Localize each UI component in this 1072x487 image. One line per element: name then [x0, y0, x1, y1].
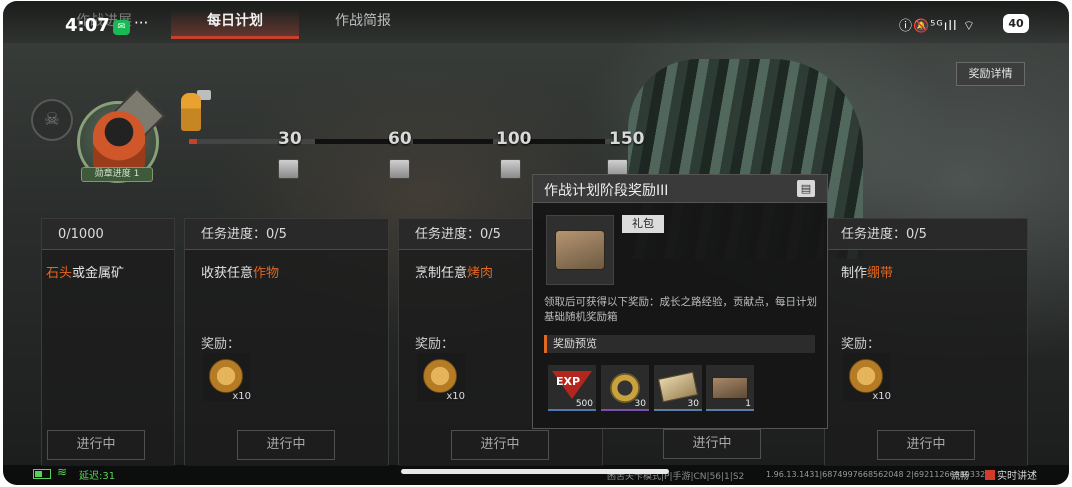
progress-fill	[189, 139, 197, 144]
task-title: 烹制任意烤肉	[415, 262, 493, 281]
in-progress-button[interactable]: 进行中	[663, 429, 761, 459]
reward-qty: 30	[634, 399, 646, 409]
task-title-highlight: 烤肉	[467, 266, 494, 281]
reward-preview-item[interactable]: 30	[601, 365, 649, 411]
in-progress-button[interactable]: 进行中	[47, 430, 145, 460]
task-title-suffix: 或金属矿	[72, 266, 125, 281]
milestone-value: 100	[496, 129, 532, 149]
game-screen: 作战进展 每日计划 作战简报 4:07 ✉ ··· ⓘ🔕⁵ᴳıll ⌔ 40 奖…	[3, 1, 1069, 485]
task-progress: 任务进度：0/5	[825, 219, 1027, 250]
reward-slot[interactable]: x10	[417, 353, 465, 402]
popup-title: 作战计划阶段奖励III	[544, 183, 669, 199]
brand-label: 实时讲述	[985, 467, 1037, 482]
coin-icon	[209, 359, 243, 393]
reward-label: 奖励：	[415, 337, 455, 352]
reward-preview-item[interactable]: 30	[654, 365, 702, 411]
medal-progress-label: 勋章进度 1	[81, 167, 153, 182]
reward-detail-button[interactable]: 奖励详情	[956, 62, 1025, 86]
crate-icon	[712, 377, 748, 399]
quality-label[interactable]: 流畅	[951, 469, 969, 482]
tab-battle-brief[interactable]: 作战简报	[313, 9, 413, 39]
milestone-value: 60	[388, 129, 412, 149]
reward-qty: x10	[232, 391, 251, 402]
progress-segment	[413, 139, 493, 144]
brand-text: 实时讲述	[997, 471, 1037, 482]
task-title: 制作绷带	[841, 262, 893, 281]
tab-daily-plan[interactable]: 每日计划	[171, 9, 299, 39]
gift-pack-slot	[546, 215, 614, 285]
milestone-chest-icon[interactable]	[389, 159, 410, 179]
popup-description: 领取后可获得以下奖励：成长之路经验，贡献点，每日计划基础随机奖励箱	[544, 296, 817, 323]
reward-preview-item[interactable]: EXP 500	[548, 365, 596, 411]
task-title-prefix: 制作	[841, 266, 868, 281]
reward-qty: x10	[872, 391, 891, 402]
reward-qty: x10	[446, 391, 465, 402]
hazmat-marker-icon	[181, 93, 201, 131]
hazmat-figure-icon	[93, 111, 145, 171]
battery-small-icon	[33, 469, 51, 479]
ticket-icon	[657, 371, 699, 403]
task-progress: 0/1000	[42, 219, 174, 250]
progress-segment	[523, 139, 605, 144]
reward-qty: 500	[575, 399, 593, 409]
reward-slot[interactable]: x10	[203, 353, 251, 402]
task-card[interactable]: 任务进度：0/5 制作绷带 奖励： x10 进行中	[824, 218, 1028, 466]
task-card[interactable]: 任务进度：0/5 收获任意作物 奖励： x10 进行中	[184, 218, 389, 466]
milestone-chest-icon[interactable]	[500, 159, 521, 179]
home-indicator[interactable]	[401, 469, 669, 474]
exp-label: EXP	[556, 375, 581, 388]
task-progress: 任务进度：0/5	[185, 219, 388, 250]
task-title: 石头或金属矿	[46, 262, 124, 281]
status-dots: ···	[134, 14, 149, 32]
reward-slot[interactable]: x10	[843, 353, 891, 402]
milestone-chest-icon[interactable]	[278, 159, 299, 179]
milestone-value: 30	[278, 129, 302, 149]
skull-emblem-icon[interactable]: ☠	[31, 99, 73, 141]
latency-text: 延迟:31	[79, 471, 116, 482]
gift-crate-icon	[555, 230, 605, 270]
stage-reward-popup: 作战计划阶段奖励III ▤ 礼包 领取后可获得以下奖励：成长之路经验，贡献点，每…	[532, 174, 828, 429]
reward-preview-header: 奖励预览	[544, 335, 815, 353]
gift-pack-tag: 礼包	[622, 215, 664, 233]
task-title-highlight: 石头	[46, 266, 73, 281]
reward-label: 奖励：	[841, 337, 881, 352]
task-title-highlight: 绷带	[867, 266, 894, 281]
reward-qty: 1	[745, 399, 751, 409]
progress-segment	[315, 139, 391, 144]
reward-qty: 30	[687, 399, 699, 409]
in-progress-button[interactable]: 进行中	[237, 430, 335, 460]
status-icons: ⓘ🔕⁵ᴳıll ⌔	[899, 19, 976, 34]
task-title-highlight: 作物	[253, 266, 280, 281]
note-icon[interactable]: ▤	[797, 180, 815, 197]
task-card[interactable]: 0/1000 石头或金属矿 进行中	[41, 218, 175, 466]
wechat-icon: ✉	[113, 20, 130, 35]
in-progress-button[interactable]: 进行中	[877, 430, 975, 460]
coin-icon	[849, 359, 883, 393]
battery-icon: 40	[1003, 14, 1029, 33]
wifi-icon: ≋	[57, 465, 68, 479]
reward-preview-item[interactable]: 1	[706, 365, 754, 411]
milestone-value: 150	[609, 129, 645, 149]
reward-label: 奖励：	[201, 337, 241, 352]
task-title-prefix: 收获任意	[201, 266, 254, 281]
task-title-prefix: 烹制任意	[415, 266, 468, 281]
status-time: 4:07	[65, 15, 110, 36]
brand-logo-icon	[985, 470, 995, 480]
task-title: 收获任意作物	[201, 262, 279, 281]
coin-icon	[423, 359, 457, 393]
in-progress-button[interactable]: 进行中	[451, 430, 549, 460]
